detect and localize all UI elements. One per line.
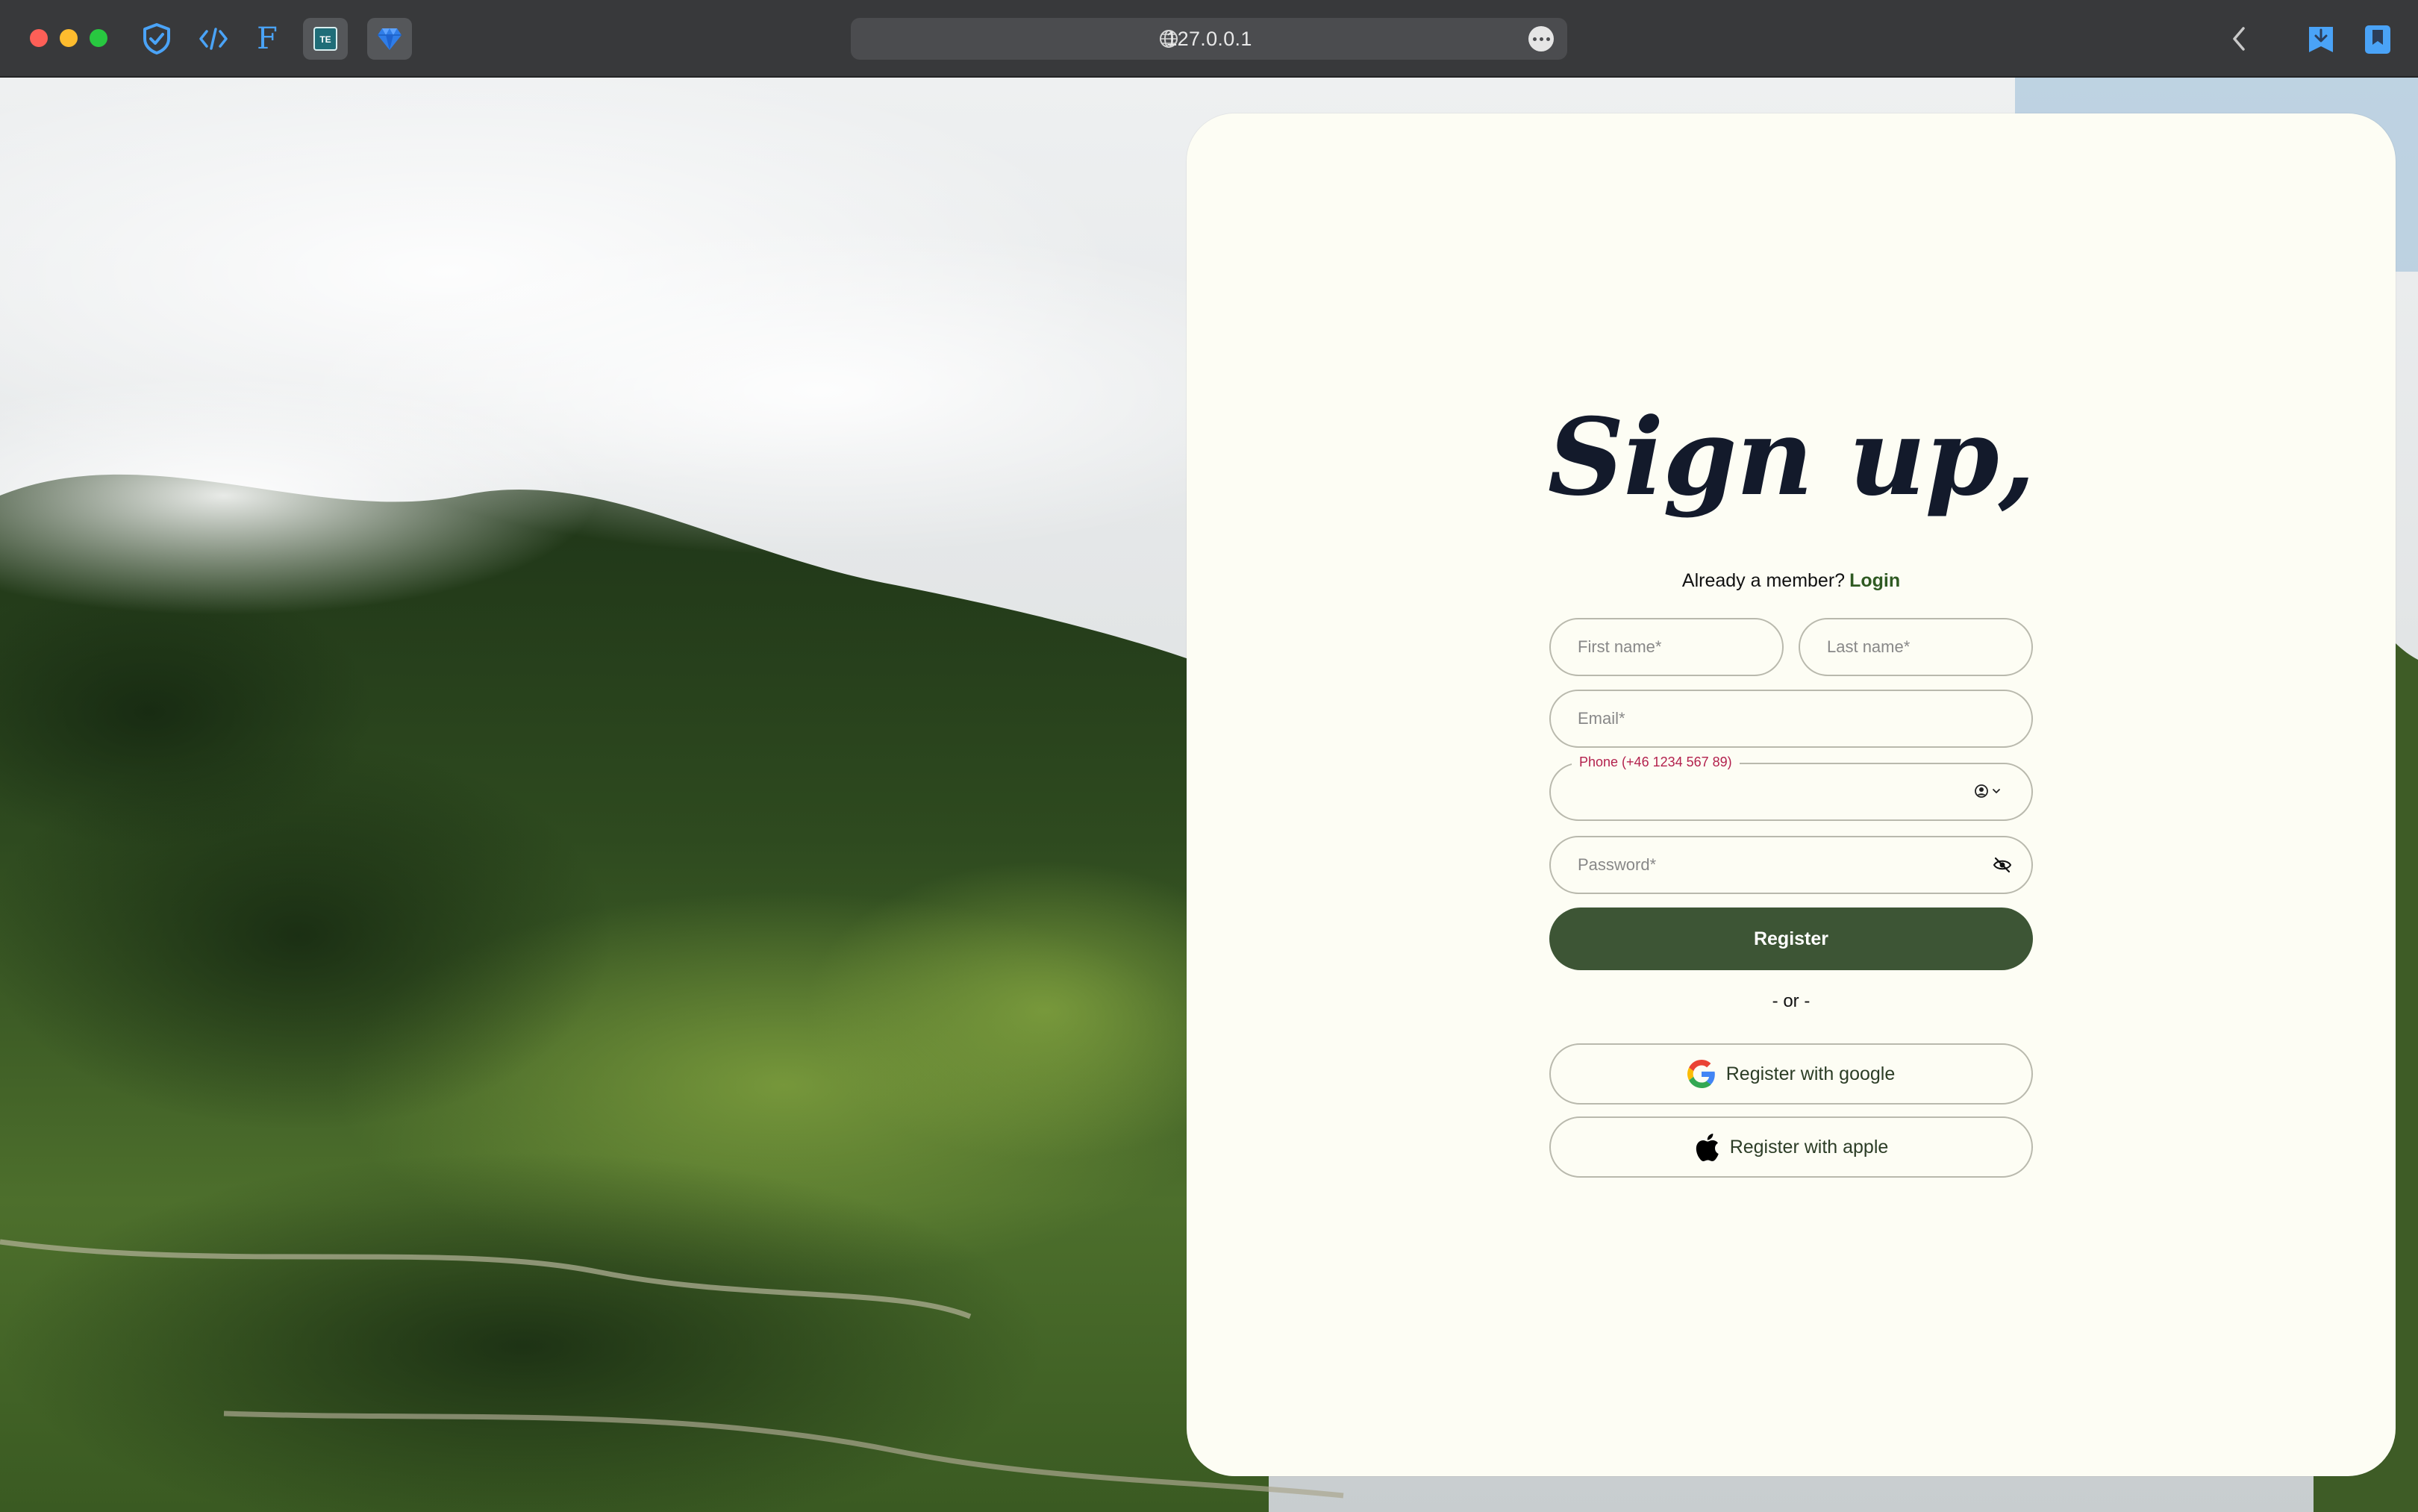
register-google-button[interactable]: Register with google [1549,1043,2033,1105]
url-text: 127.0.0.1 [1166,28,1252,50]
register-google-label: Register with google [1725,1063,1896,1084]
phone-field[interactable]: Phone (+46 1234 567 89) [1549,754,2033,821]
contact-icon [1975,784,1988,798]
last-name-field[interactable]: Last name* [1799,618,2033,676]
shield-check-icon[interactable] [134,18,179,60]
apple-icon [1696,1134,1719,1162]
phone-label: Phone (+46 1234 567 89) [1572,754,1740,770]
register-apple-button[interactable]: Register with apple [1549,1116,2033,1178]
login-prompt: Already a member? Login [1187,570,2396,592]
already-member-text: Already a member? [1681,570,1846,591]
password-field[interactable]: Password* [1549,836,2033,894]
browser-toolbar: F TE 127.0.0.1 [0,0,2418,78]
svg-text:TE: TE [319,34,331,45]
eye-slash-icon[interactable] [1993,857,2012,873]
te-icon[interactable]: TE [303,18,348,60]
or-separator: - or - [1772,991,1811,1011]
font-f-icon[interactable]: F [245,18,290,60]
register-button[interactable]: Register [1549,907,2033,970]
code-brackets-icon[interactable] [191,18,236,60]
google-icon [1687,1060,1715,1088]
register-apple-label: Register with apple [1729,1136,1889,1158]
email-field[interactable]: Email* [1549,690,2033,748]
page-title: Sign up, [1547,396,2035,519]
maximize-window-button[interactable] [90,29,107,47]
email-placeholder: Email* [1578,709,1625,728]
first-name-placeholder: First name* [1578,637,1662,656]
gem-icon[interactable] [367,18,412,60]
close-window-button[interactable] [30,29,48,47]
login-link[interactable]: Login [1849,570,1900,591]
page-options-icon[interactable] [1528,26,1554,51]
back-chevron-icon[interactable] [2228,19,2249,58]
bookmark-download-icon[interactable] [2305,19,2337,58]
address-bar[interactable]: 127.0.0.1 [851,18,1567,60]
signup-card: Sign up, Already a member? Login First na… [1187,113,2396,1476]
contact-picker-dropdown[interactable] [1974,784,2002,799]
page-content: Sign up, Already a member? Login First na… [0,78,2418,1512]
password-placeholder: Password* [1578,855,1657,874]
last-name-placeholder: Last name* [1827,637,1911,656]
bookmark-icon[interactable] [2361,19,2394,58]
chevron-down-icon [1993,789,2000,793]
minimize-window-button[interactable] [60,29,78,47]
first-name-field[interactable]: First name* [1549,618,1784,676]
